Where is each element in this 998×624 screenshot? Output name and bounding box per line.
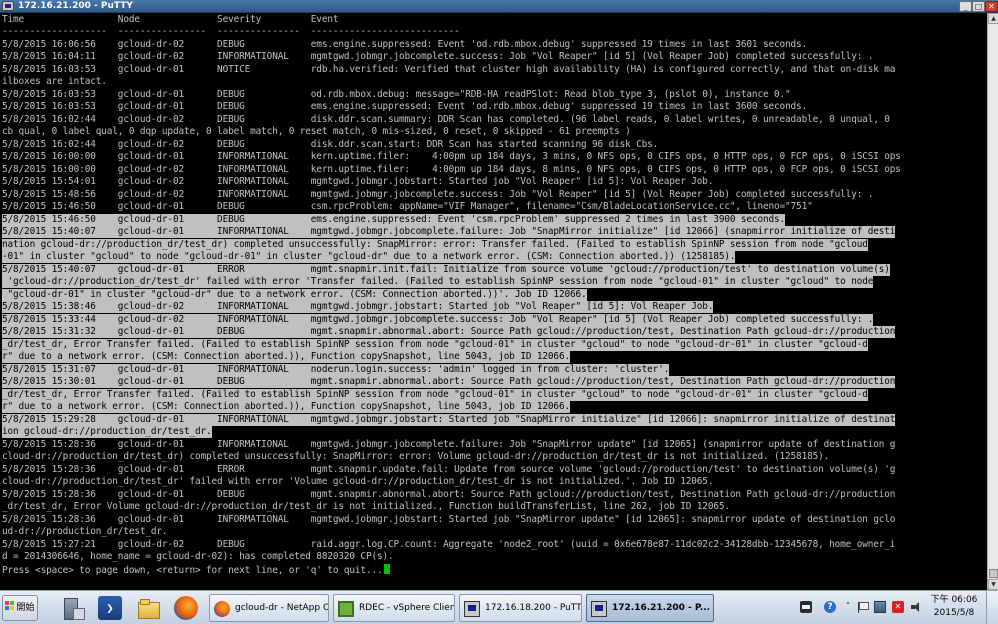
terminal-line: 5/8/2015 15:46:50 gcloud-dr-01 DEBUG csm… (2, 201, 813, 212)
volume-icon[interactable] (910, 601, 922, 613)
terminal-line: ud-dr://production_dr/test_dr. (2, 526, 168, 537)
terminal-line: 5/8/2015 16:02:44 gcloud-dr-02 DEBUG dis… (2, 114, 890, 125)
terminal-line: 5/8/2015 16:03:53 gcloud-dr-01 DEBUG ems… (2, 101, 808, 112)
terminal-line: 5/8/2015 15:54:01 gcloud-dr-02 INFORMATI… (2, 176, 714, 187)
terminal-output[interactable]: Time Node Severity Event ---------------… (0, 13, 987, 590)
show-desktop-button[interactable] (986, 591, 998, 624)
scrollbar-thumb[interactable] (989, 569, 998, 578)
vsphere-icon (338, 601, 354, 617)
selected-terminal-line: "gcloud-dr-01" in cluster "gcloud-dr" du… (2, 289, 587, 301)
start-label: 開始 (16, 603, 35, 613)
taskbar-item-label: gcloud-dr - NetApp O... (235, 603, 329, 613)
selected-terminal-line: 5/8/2015 15:31:32 gcloud-dr-01 DEBUG mgm… (2, 326, 896, 338)
taskbar-item-netapp-firefox[interactable]: gcloud-dr - NetApp O... (209, 594, 329, 622)
pager-prompt: Press <space> to page down, <return> for… (2, 565, 383, 576)
taskbar-item-vsphere[interactable]: RDEC - vSphere Client (333, 594, 455, 622)
vertical-scrollbar[interactable]: ▲ ▼ (987, 13, 998, 590)
taskbar-item-label: 172.16.18.200 - PuTTY (485, 603, 582, 613)
terminal-line: 5/8/2015 15:27:21 gcloud-dr-02 DEBUG rai… (2, 539, 896, 550)
maximize-button[interactable]: □ (972, 1, 985, 12)
network-icon[interactable] (874, 601, 886, 613)
powershell-icon[interactable]: ❯ (98, 596, 122, 620)
pager-prompt-line: Press <space> to page down, <return> for… (2, 564, 391, 576)
security-alert-icon[interactable]: ✕ (892, 601, 904, 613)
selected-terminal-line: 5/8/2015 15:30:01 gcloud-dr-01 DEBUG mgm… (2, 376, 896, 388)
keyboard-icon[interactable] (800, 601, 812, 613)
window-title: 172.16.21.200 - PuTTY (18, 1, 133, 11)
terminal-line: cb qual, 0 label qual, 0 dqp update, 0 l… (2, 126, 631, 137)
selected-terminal-line: 5/8/2015 15:46:50 gcloud-dr-01 DEBUG ems… (2, 214, 786, 226)
selected-terminal-line: 5/8/2015 15:29:28 gcloud-dr-01 INFORMATI… (2, 414, 896, 426)
terminal-line: 5/8/2015 15:28:36 gcloud-dr-01 DEBUG mgm… (2, 489, 896, 500)
terminal-cursor (384, 564, 391, 574)
clock-time: 下午 06:06 (930, 595, 978, 605)
terminal-line: ------------------- ---------------- ---… (2, 26, 460, 37)
terminal-line: 5/8/2015 16:00:00 gcloud-dr-02 INFORMATI… (2, 164, 901, 175)
selected-terminal-line: nation gcloud-dr://production_dr/test_dr… (2, 239, 868, 251)
selected-terminal-line: 5/8/2015 15:40:07 gcloud-dr-01 INFORMATI… (2, 226, 896, 238)
putty-icon (591, 601, 607, 617)
taskbar-item-label: RDEC - vSphere Client (359, 603, 455, 613)
terminal-line: 5/8/2015 16:06:56 gcloud-dr-02 DEBUG ems… (2, 39, 808, 50)
clock-date: 2015/5/8 (933, 608, 975, 618)
action-center-flag-icon[interactable] (856, 601, 869, 613)
terminal-line: Time Node Severity Event (2, 14, 339, 25)
selected-terminal-line: 5/8/2015 15:31:07 gcloud-dr-01 INFORMATI… (2, 364, 670, 376)
minimize-button[interactable]: _ (959, 1, 972, 12)
terminal-line: 5/8/2015 15:48:56 gcloud-dr-02 INFORMATI… (2, 189, 874, 200)
selected-terminal-line: -01" in cluster "gcloud" to node "gcloud… (2, 251, 736, 263)
terminal-line: 5/8/2015 15:28:36 gcloud-dr-01 INFORMATI… (2, 439, 896, 450)
explorer-folder-icon[interactable] (136, 596, 160, 620)
selected-terminal-line: 5/8/2015 15:38:46 gcloud-dr-02 INFORMATI… (2, 301, 714, 313)
help-icon[interactable]: ? (824, 601, 836, 613)
scroll-up-button[interactable]: ▲ (988, 13, 998, 24)
terminal-line: 5/8/2015 15:28:36 gcloud-dr-01 ERROR mgm… (2, 464, 896, 475)
firefox-icon[interactable] (174, 596, 198, 620)
firefox-icon (214, 601, 230, 617)
close-button[interactable]: ✕ (985, 1, 998, 12)
selected-terminal-line: 5/8/2015 15:33:44 gcloud-dr-02 INFORMATI… (2, 314, 874, 326)
start-button[interactable]: 開始 (2, 595, 38, 621)
putty-icon (464, 601, 480, 617)
scroll-down-button[interactable]: ▼ (988, 579, 998, 590)
show-hidden-icons-icon[interactable]: ˄ (842, 601, 854, 613)
taskbar-item-label: 172.16.21.200 - P... (612, 603, 711, 613)
window-title-bar[interactable]: 172.16.21.200 - PuTTY _ □ ✕ (0, 0, 998, 13)
taskbar: 開始 ❯ gcloud-dr - NetApp O... RDEC - vSph… (0, 590, 998, 624)
terminal-line: ilboxes are intact. (2, 76, 107, 87)
terminal-line: 5/8/2015 16:04:11 gcloud-dr-02 INFORMATI… (2, 51, 874, 62)
terminal-line: 5/8/2015 16:03:53 gcloud-dr-01 NOTICE rd… (2, 64, 896, 75)
clock[interactable]: 下午 06:06 2015/5/8 (928, 594, 980, 622)
selected-terminal-line: r" due to a network error. (CSM: Connect… (2, 401, 570, 413)
terminal-line: 5/8/2015 16:00:00 gcloud-dr-01 INFORMATI… (2, 151, 901, 162)
terminal-line: 5/8/2015 16:03:53 gcloud-dr-01 DEBUG od.… (2, 89, 791, 100)
terminal-line: cloud-dr://production_dr/test_dr' failed… (2, 476, 714, 487)
terminal-line: d = 2014306646, home_name = gcloud-dr-02… (2, 551, 394, 562)
selected-terminal-line: 5/8/2015 15:40:07 gcloud-dr-01 ERROR mgm… (2, 264, 890, 276)
terminal-line: 5/8/2015 15:28:36 gcloud-dr-01 INFORMATI… (2, 514, 896, 525)
selected-terminal-line: ion gcloud-dr://production_dr/test_dr. (2, 426, 212, 438)
windows-logo-icon (5, 601, 16, 611)
taskbar-item-putty-21[interactable]: 172.16.21.200 - P... (586, 594, 714, 622)
selected-terminal-line: r" due to a network error. (CSM: Connect… (2, 351, 570, 363)
selected-terminal-line: _dr/test_dr, Error Transfer failed. (Fai… (2, 339, 868, 351)
system-tray: ? ˄ ✕ 下午 06:06 2015/5/8 (800, 591, 998, 624)
terminal-line: 5/8/2015 16:02:44 gcloud-dr-02 DEBUG dis… (2, 139, 659, 150)
server-manager-icon[interactable] (60, 596, 85, 620)
taskbar-item-putty-18[interactable]: 172.16.18.200 - PuTTY (459, 594, 582, 622)
selected-terminal-line: 'gcloud-dr://production_dr/test_dr' fail… (2, 276, 874, 288)
terminal-line: cloud-dr://production_dr/test_dr) comple… (2, 451, 830, 462)
putty-icon[interactable] (2, 1, 14, 11)
terminal-line: _dr/test_dr, Error Volume gcloud-dr://pr… (2, 501, 730, 512)
selected-terminal-line: _dr/test_dr, Error Transfer failed. (Fai… (2, 389, 868, 401)
